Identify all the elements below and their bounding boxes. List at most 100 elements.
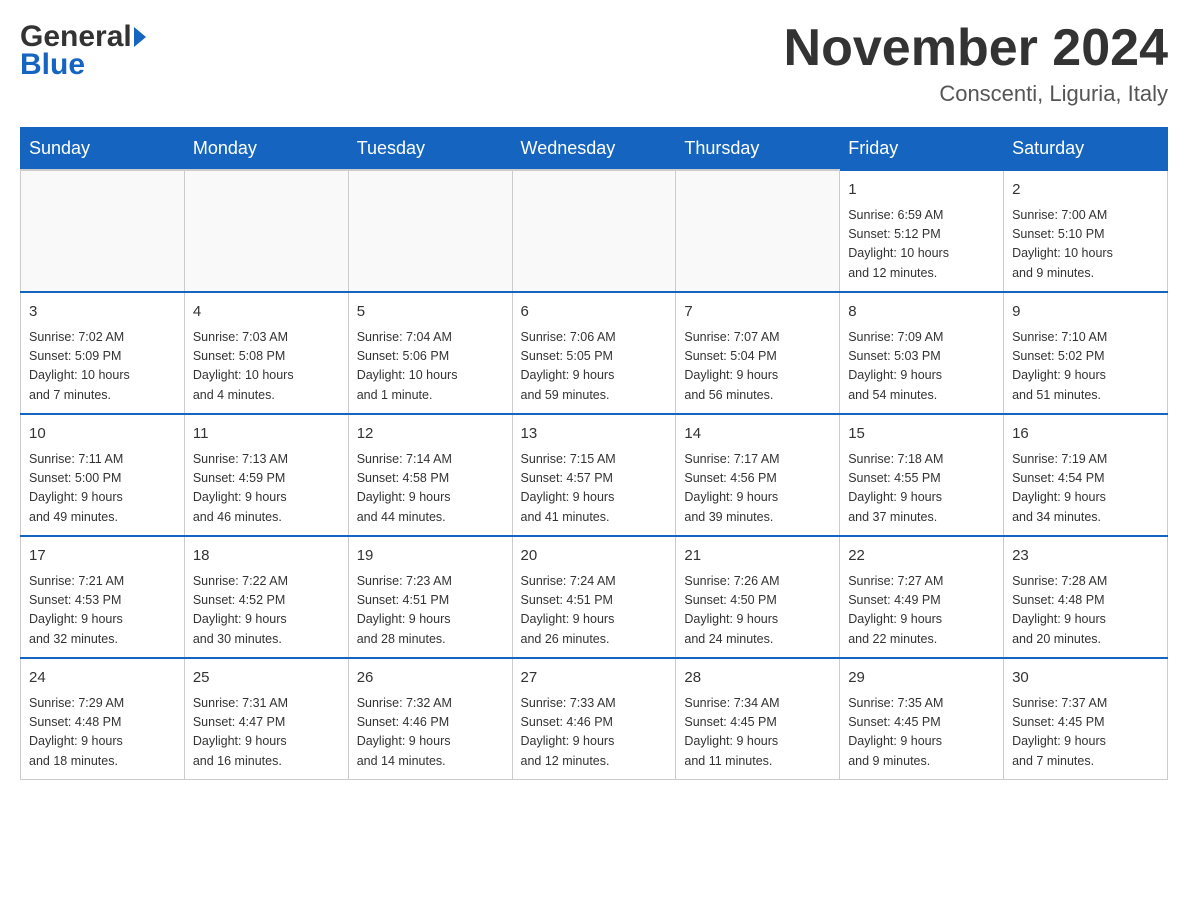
calendar-cell: 22 Sunrise: 7:27 AM Sunset: 4:49 PM Dayli… <box>840 536 1004 658</box>
day-number: 6 <box>521 301 668 324</box>
day-info: Sunrise: 6:59 AM Sunset: 5:12 PM Dayligh… <box>848 206 995 284</box>
day-info: Sunrise: 7:18 AM Sunset: 4:55 PM Dayligh… <box>848 450 995 528</box>
day-info: Sunrise: 7:33 AM Sunset: 4:46 PM Dayligh… <box>521 694 668 772</box>
calendar-cell <box>676 170 840 292</box>
page-header: General Blue November 2024 Conscenti, Li… <box>20 20 1168 107</box>
day-number: 12 <box>357 423 504 446</box>
month-title: November 2024 <box>784 20 1168 77</box>
day-number: 25 <box>193 667 340 690</box>
day-number: 16 <box>1012 423 1159 446</box>
day-info: Sunrise: 7:04 AM Sunset: 5:06 PM Dayligh… <box>357 328 504 406</box>
day-number: 18 <box>193 545 340 568</box>
calendar-cell: 14Sunrise: 7:17 AM Sunset: 4:56 PM Dayli… <box>676 414 840 536</box>
calendar-cell: 2 Sunrise: 7:00 AM Sunset: 5:10 PM Daylig… <box>1004 170 1168 292</box>
day-info: Sunrise: 7:03 AM Sunset: 5:08 PM Dayligh… <box>193 328 340 406</box>
day-number: 7 <box>684 301 831 324</box>
day-info: Sunrise: 7:10 AM Sunset: 5:02 PM Dayligh… <box>1012 328 1159 406</box>
day-number: 23 <box>1012 545 1159 568</box>
calendar-cell: 16 Sunrise: 7:19 AM Sunset: 4:54 PM Dayli… <box>1004 414 1168 536</box>
calendar-cell: 7Sunrise: 7:07 AM Sunset: 5:04 PM Daylig… <box>676 292 840 414</box>
calendar-cell: 24Sunrise: 7:29 AM Sunset: 4:48 PM Dayli… <box>21 658 185 780</box>
day-info: Sunrise: 7:31 AM Sunset: 4:47 PM Dayligh… <box>193 694 340 772</box>
day-number: 1 <box>848 179 995 202</box>
day-number: 17 <box>29 545 176 568</box>
calendar-cell: 11 Sunrise: 7:13 AM Sunset: 4:59 PM Dayli… <box>184 414 348 536</box>
day-number: 20 <box>521 545 668 568</box>
day-number: 15 <box>848 423 995 446</box>
calendar-cell: 25 Sunrise: 7:31 AM Sunset: 4:47 PM Dayli… <box>184 658 348 780</box>
day-info: Sunrise: 7:02 AM Sunset: 5:09 PM Dayligh… <box>29 328 176 406</box>
day-info: Sunrise: 7:11 AM Sunset: 5:00 PM Dayligh… <box>29 450 176 528</box>
day-info: Sunrise: 7:09 AM Sunset: 5:03 PM Dayligh… <box>848 328 995 406</box>
day-info: Sunrise: 7:06 AM Sunset: 5:05 PM Dayligh… <box>521 328 668 406</box>
calendar-header-row: SundayMondayTuesdayWednesdayThursdayFrid… <box>21 128 1168 171</box>
location-subtitle: Conscenti, Liguria, Italy <box>784 81 1168 107</box>
calendar-cell: 19 Sunrise: 7:23 AM Sunset: 4:51 PM Dayli… <box>348 536 512 658</box>
calendar-cell: 1 Sunrise: 6:59 AM Sunset: 5:12 PM Daylig… <box>840 170 1004 292</box>
calendar-cell <box>512 170 676 292</box>
day-number: 21 <box>684 545 831 568</box>
day-info: Sunrise: 7:15 AM Sunset: 4:57 PM Dayligh… <box>521 450 668 528</box>
title-section: November 2024 Conscenti, Liguria, Italy <box>784 20 1168 107</box>
day-number: 29 <box>848 667 995 690</box>
day-of-week-monday: Monday <box>184 128 348 171</box>
day-info: Sunrise: 7:21 AM Sunset: 4:53 PM Dayligh… <box>29 572 176 650</box>
calendar-table: SundayMondayTuesdayWednesdayThursdayFrid… <box>20 127 1168 780</box>
calendar-cell: 17 Sunrise: 7:21 AM Sunset: 4:53 PM Dayli… <box>21 536 185 658</box>
calendar-week-4: 17 Sunrise: 7:21 AM Sunset: 4:53 PM Dayli… <box>21 536 1168 658</box>
logo: General Blue <box>20 20 146 82</box>
day-info: Sunrise: 7:28 AM Sunset: 4:48 PM Dayligh… <box>1012 572 1159 650</box>
calendar-cell: 3 Sunrise: 7:02 AM Sunset: 5:09 PM Daylig… <box>21 292 185 414</box>
day-of-week-tuesday: Tuesday <box>348 128 512 171</box>
calendar-cell <box>184 170 348 292</box>
day-number: 13 <box>521 423 668 446</box>
day-info: Sunrise: 7:34 AM Sunset: 4:45 PM Dayligh… <box>684 694 831 772</box>
calendar-cell: 13 Sunrise: 7:15 AM Sunset: 4:57 PM Dayli… <box>512 414 676 536</box>
calendar-cell: 9 Sunrise: 7:10 AM Sunset: 5:02 PM Daylig… <box>1004 292 1168 414</box>
calendar-cell: 26 Sunrise: 7:32 AM Sunset: 4:46 PM Dayli… <box>348 658 512 780</box>
day-info: Sunrise: 7:32 AM Sunset: 4:46 PM Dayligh… <box>357 694 504 772</box>
calendar-cell <box>21 170 185 292</box>
calendar-cell: 30 Sunrise: 7:37 AM Sunset: 4:45 PM Dayli… <box>1004 658 1168 780</box>
calendar-cell: 20 Sunrise: 7:24 AM Sunset: 4:51 PM Dayli… <box>512 536 676 658</box>
calendar-cell: 12Sunrise: 7:14 AM Sunset: 4:58 PM Dayli… <box>348 414 512 536</box>
calendar-week-1: 1 Sunrise: 6:59 AM Sunset: 5:12 PM Daylig… <box>21 170 1168 292</box>
calendar-cell: 28 Sunrise: 7:34 AM Sunset: 4:45 PM Dayli… <box>676 658 840 780</box>
day-number: 4 <box>193 301 340 324</box>
day-number: 19 <box>357 545 504 568</box>
day-number: 24 <box>29 667 176 690</box>
calendar-cell: 4 Sunrise: 7:03 AM Sunset: 5:08 PM Daylig… <box>184 292 348 414</box>
day-number: 2 <box>1012 179 1159 202</box>
calendar-cell: 27 Sunrise: 7:33 AM Sunset: 4:46 PM Dayli… <box>512 658 676 780</box>
day-info: Sunrise: 7:23 AM Sunset: 4:51 PM Dayligh… <box>357 572 504 650</box>
day-number: 27 <box>521 667 668 690</box>
day-info: Sunrise: 7:35 AM Sunset: 4:45 PM Dayligh… <box>848 694 995 772</box>
day-info: Sunrise: 7:00 AM Sunset: 5:10 PM Dayligh… <box>1012 206 1159 284</box>
calendar-cell: 23 Sunrise: 7:28 AM Sunset: 4:48 PM Dayli… <box>1004 536 1168 658</box>
day-info: Sunrise: 7:24 AM Sunset: 4:51 PM Dayligh… <box>521 572 668 650</box>
day-info: Sunrise: 7:19 AM Sunset: 4:54 PM Dayligh… <box>1012 450 1159 528</box>
day-number: 5 <box>357 301 504 324</box>
day-number: 26 <box>357 667 504 690</box>
day-info: Sunrise: 7:37 AM Sunset: 4:45 PM Dayligh… <box>1012 694 1159 772</box>
day-number: 9 <box>1012 301 1159 324</box>
day-of-week-sunday: Sunday <box>21 128 185 171</box>
day-number: 28 <box>684 667 831 690</box>
day-number: 3 <box>29 301 176 324</box>
calendar-cell: 29 Sunrise: 7:35 AM Sunset: 4:45 PM Dayli… <box>840 658 1004 780</box>
day-number: 8 <box>848 301 995 324</box>
calendar-cell: 8 Sunrise: 7:09 AM Sunset: 5:03 PM Daylig… <box>840 292 1004 414</box>
day-of-week-wednesday: Wednesday <box>512 128 676 171</box>
day-of-week-saturday: Saturday <box>1004 128 1168 171</box>
day-number: 10 <box>29 423 176 446</box>
day-info: Sunrise: 7:17 AM Sunset: 4:56 PM Dayligh… <box>684 450 831 528</box>
day-number: 11 <box>193 423 340 446</box>
day-info: Sunrise: 7:22 AM Sunset: 4:52 PM Dayligh… <box>193 572 340 650</box>
day-info: Sunrise: 7:27 AM Sunset: 4:49 PM Dayligh… <box>848 572 995 650</box>
day-info: Sunrise: 7:13 AM Sunset: 4:59 PM Dayligh… <box>193 450 340 528</box>
day-number: 22 <box>848 545 995 568</box>
calendar-cell: 18 Sunrise: 7:22 AM Sunset: 4:52 PM Dayli… <box>184 536 348 658</box>
calendar-week-5: 24Sunrise: 7:29 AM Sunset: 4:48 PM Dayli… <box>21 658 1168 780</box>
day-number: 30 <box>1012 667 1159 690</box>
calendar-cell: 6 Sunrise: 7:06 AM Sunset: 5:05 PM Daylig… <box>512 292 676 414</box>
